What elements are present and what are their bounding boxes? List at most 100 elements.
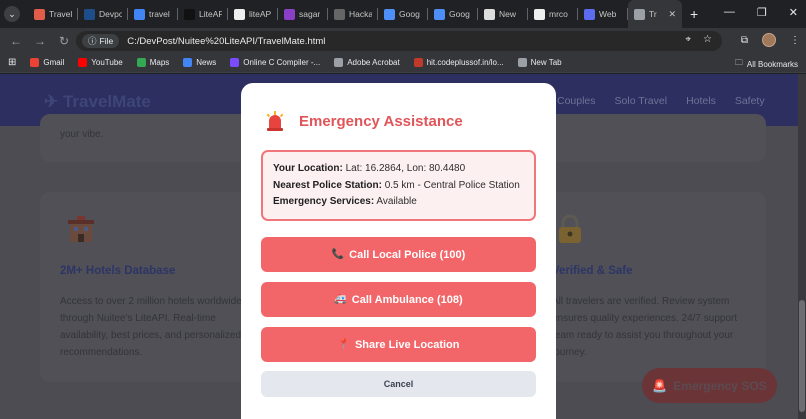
compiler-icon — [230, 58, 240, 67]
bookmarks-bar: ⊞ Gmail YouTube Maps News Online C Compiler … — [0, 53, 806, 73]
tab-list: Travel Devpo travel LiteAP liteAP sagar Hacka G… — [28, 0, 682, 28]
codeplus-icon — [413, 58, 423, 67]
gmail-icon — [30, 58, 40, 67]
scrollbar-thumb[interactable] — [799, 300, 805, 412]
tab-title: New — [499, 9, 517, 19]
browser-tab[interactable]: mrco — [528, 0, 578, 28]
safety-line: All travelers are verified. Review syste… — [552, 296, 730, 307]
close-tab-icon[interactable]: ✕ — [668, 9, 676, 20]
call-police-button[interactable]: 📞 Call Local Police (100) — [261, 237, 536, 272]
url-text[interactable]: C:/DevPost/Nuitee%20LiteAPI/TravelMate.h… — [127, 36, 325, 47]
forward-icon[interactable]: → — [28, 34, 52, 48]
safety-line: team ready to assist you throughout your — [552, 330, 734, 341]
hotel-icon — [68, 216, 94, 242]
emergency-sos-button[interactable]: 🚨 Emergency SOS — [642, 368, 777, 403]
share-location-label: Share Live Location — [354, 338, 460, 351]
bookmark-label: Gmail — [43, 58, 65, 67]
scrollbar[interactable] — [798, 74, 806, 419]
browser-tab[interactable]: Travel — [28, 0, 78, 28]
siren-icon — [266, 111, 284, 131]
bookmark-star-icon[interactable]: ☆ — [703, 34, 712, 45]
tab-title: Goog — [449, 9, 470, 19]
police-line: Nearest Police Station: 0.5 km - Central… — [273, 178, 524, 195]
nav-link[interactable]: Couples — [557, 95, 596, 107]
sagar-icon — [284, 8, 295, 20]
address-bar[interactable]: ⓘ File C:/DevPost/Nuitee%20LiteAPI/Trave… — [76, 31, 722, 51]
folder-icon: 🗀 — [734, 58, 743, 67]
page-viewport: ✈ TravelMate Couples Solo Travel Hotels Saf… — [0, 74, 806, 419]
bookmark-label: hit.codeplussof.in/lo... — [426, 58, 504, 67]
chatgpt-icon — [484, 8, 495, 20]
lock-icon — [559, 214, 581, 243]
browser-tab[interactable]: sagar — [278, 0, 328, 28]
police-label: Nearest Police Station: — [273, 179, 382, 191]
bookmark-item[interactable]: YouTube — [78, 58, 123, 67]
hotels-line: through Nuitee's LiteAPI. Real-time — [60, 313, 216, 324]
tab-title: mrco — [549, 9, 568, 19]
all-bookmarks[interactable]: 🗀 All Bookmarks — [735, 57, 798, 71]
nav-link[interactable]: Safety — [735, 95, 765, 107]
bookmark-item[interactable]: hit.codeplussof.in/lo... — [413, 58, 504, 67]
minimize-icon[interactable]: — — [724, 6, 735, 19]
bookmark-item[interactable]: News — [183, 58, 216, 67]
web-icon — [584, 8, 595, 20]
location-pin-icon[interactable]: ⌖ — [685, 34, 691, 45]
maps-icon — [136, 58, 146, 67]
browser-tab[interactable]: Goog — [428, 0, 478, 28]
hotels-card-title: 2M+ Hotels Database — [60, 265, 176, 277]
card-text: your vibe. — [60, 129, 104, 140]
logo-text: TravelMate — [62, 92, 151, 111]
bookmark-label: News — [196, 58, 217, 67]
menu-icon[interactable]: ⋮ — [790, 35, 800, 46]
phone-icon: 📞 — [331, 249, 345, 260]
bookmark-item[interactable]: Maps — [136, 58, 170, 67]
tab-title: sagar — [299, 9, 321, 19]
browser-tab[interactable]: travel — [128, 0, 178, 28]
safety-card-text: All travelers are verified. Review syste… — [552, 293, 737, 361]
bookmark-item[interactable]: Gmail — [30, 58, 64, 67]
nav-link[interactable]: Solo Travel — [615, 95, 668, 107]
browser-tab[interactable]: Web — [578, 0, 628, 28]
tab-title: Hacka — [349, 9, 372, 19]
browser-tab[interactable]: Tr ✕ — [628, 0, 682, 28]
cancel-button[interactable]: Cancel — [261, 371, 536, 397]
heart-icon — [34, 8, 45, 20]
share-location-button[interactable]: 📍 Share Live Location — [261, 327, 536, 362]
avatar[interactable] — [762, 33, 776, 47]
close-window-icon[interactable]: ✕ — [789, 6, 798, 19]
bookmark-label: Maps — [149, 58, 170, 67]
browser-tab[interactable]: liteAP — [228, 0, 278, 28]
bookmark-label: Online C Compiler -... — [243, 58, 321, 67]
reload-icon[interactable]: ↻ — [52, 34, 76, 48]
location-pin-icon: 📍 — [337, 339, 350, 350]
new-tab-icon[interactable]: + — [690, 6, 698, 22]
gemini-icon — [384, 8, 395, 20]
browser-tab[interactable]: Goog — [378, 0, 428, 28]
back-icon[interactable]: ← — [4, 34, 28, 48]
site-logo[interactable]: ✈ TravelMate — [44, 92, 151, 112]
emergency-modal: Emergency Assistance Your Location: Lat:… — [241, 83, 556, 419]
nav-link[interactable]: Hotels — [686, 95, 716, 107]
call-ambulance-button[interactable]: 🚑 Call Ambulance (108) — [261, 282, 536, 317]
tab-search-icon[interactable]: ⌄ — [4, 6, 20, 22]
apps-icon[interactable]: ⊞ — [8, 57, 16, 68]
devpost-icon — [84, 8, 95, 20]
police-value: 0.5 km - Central Police Station — [384, 179, 520, 191]
bookmark-item[interactable]: New Tab — [517, 58, 562, 67]
window-controls: — ❐ ✕ — [724, 6, 798, 19]
news-icon — [183, 58, 193, 67]
tab-title: travel — [149, 9, 170, 19]
bookmark-item[interactable]: Online C Compiler -... — [230, 58, 320, 67]
browser-tab[interactable]: New — [478, 0, 528, 28]
browser-tab[interactable]: LiteAP — [178, 0, 228, 28]
bookmark-item[interactable]: Adobe Acrobat — [334, 58, 400, 67]
ambulance-icon: 🚑 — [334, 294, 347, 305]
browser-tab[interactable]: Devpo — [78, 0, 128, 28]
siren-icon: 🚨 — [652, 378, 668, 393]
maximize-icon[interactable]: ❐ — [757, 6, 767, 19]
extensions-icon[interactable]: ⧉ — [741, 35, 748, 46]
site-info-chip[interactable]: ⓘ File — [82, 34, 120, 48]
modal-header: Emergency Assistance — [265, 110, 463, 132]
gemini-icon — [434, 8, 445, 20]
browser-tab[interactable]: Hacka — [328, 0, 378, 28]
